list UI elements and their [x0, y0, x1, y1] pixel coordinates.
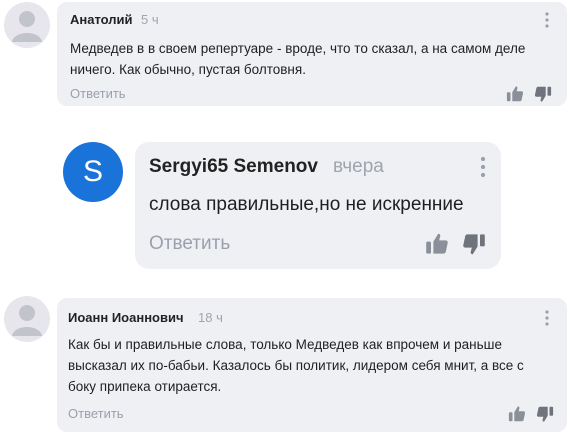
- thumbs-down-icon: [534, 86, 552, 102]
- thumbs-down-icon: [536, 406, 554, 422]
- thumbs-down-icon: [463, 234, 485, 255]
- like-button[interactable]: [508, 405, 526, 423]
- vertical-dots-icon: [545, 310, 549, 326]
- reply-button[interactable]: Ответить: [149, 233, 230, 255]
- comment-text: слова правильные,но не искренние: [149, 194, 464, 215]
- default-user-avatar-icon: [12, 305, 42, 336]
- comment-time: 5 ч: [141, 12, 159, 27]
- dislike-button[interactable]: [536, 405, 554, 423]
- comment-text: Медведев в в своем репертуаре - вроде, ч…: [70, 41, 526, 77]
- reply-button[interactable]: Ответить: [70, 86, 126, 101]
- thumbs-up-icon: [508, 406, 526, 422]
- comment-author-avatar[interactable]: S: [63, 142, 123, 202]
- default-user-avatar-icon: [12, 11, 42, 42]
- vertical-dots-icon: [480, 156, 486, 178]
- comment-author[interactable]: Анатолий: [70, 12, 133, 27]
- reply-button[interactable]: Ответить: [68, 406, 124, 421]
- comment-card: Sergyi65 Semenov вчера слова правильные,…: [135, 142, 501, 269]
- comment-text: Как бы и правильные слова, только Медвед…: [68, 337, 524, 394]
- vertical-dots-icon: [545, 12, 549, 28]
- comment-time: 18 ч: [198, 310, 223, 325]
- comment-time: вчера: [333, 156, 384, 177]
- more-options-button[interactable]: [479, 156, 487, 178]
- more-options-button[interactable]: [544, 12, 550, 28]
- dislike-button[interactable]: [462, 232, 486, 256]
- comment-card: Иоанн Иоаннович 18 ч Как бы и правильные…: [57, 298, 567, 432]
- like-button[interactable]: [506, 85, 524, 103]
- dislike-button[interactable]: [534, 85, 552, 103]
- like-button[interactable]: [425, 232, 449, 256]
- avatar-letter: S: [82, 155, 103, 188]
- comment-author-avatar[interactable]: [4, 2, 50, 48]
- more-options-button[interactable]: [544, 310, 550, 326]
- comment-author[interactable]: Иоанн Иоаннович: [68, 310, 184, 325]
- comment-card: Анатолий 5 ч Медведев в в своем репертуа…: [57, 2, 567, 106]
- thumbs-up-icon: [506, 86, 524, 102]
- comment-author[interactable]: Sergyi65 Semenov: [149, 156, 318, 178]
- thumbs-up-icon: [426, 233, 448, 254]
- comment-author-avatar[interactable]: [4, 296, 50, 342]
